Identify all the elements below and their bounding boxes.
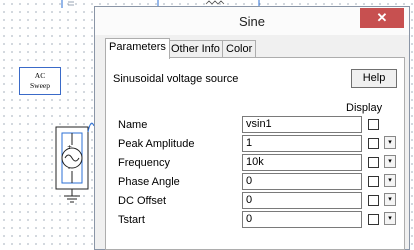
display-checkbox-tstart[interactable] [368,214,379,225]
dc-offset-field[interactable]: 0 [242,192,362,209]
chevron-down-icon: ▾ [388,177,392,184]
sine-source-symbol[interactable]: + - [53,118,95,208]
chevron-down-icon: ▾ [388,139,392,146]
tstart-field[interactable]: 0 [242,211,362,228]
param-row-frequency: Frequency 10k ▾ [106,153,406,173]
plus-sign: + [67,144,72,151]
minus-sign: - [68,165,70,172]
display-checkbox-name[interactable] [368,119,379,130]
param-row-dc-offset: DC Offset 0 ▾ [106,191,406,211]
chevron-down-icon: ▾ [388,215,392,222]
dialog-titlebar[interactable]: Sine ✕ [95,7,409,35]
display-column-header: Display [346,102,383,114]
display-checkbox-dc-offset[interactable] [368,195,379,206]
param-label: Frequency [118,157,170,169]
tstart-dropdown-button[interactable]: ▾ [384,212,396,225]
parameters-panel: Sinusoidal voltage source Help Display N… [105,57,405,250]
sine-properties-dialog: Sine ✕ Parameters Other Info Color Sinus… [94,6,410,250]
param-label: Peak Amplitude [118,138,195,150]
param-label: DC Offset [118,195,167,207]
dc-offset-dropdown-button[interactable]: ▾ [384,193,396,206]
param-label: Tstart [118,214,145,226]
frequency-dropdown-button[interactable]: ▾ [384,155,396,168]
help-button[interactable]: Help [351,69,397,88]
peak-amplitude-field[interactable]: 1 [242,135,362,152]
ac-sweep-block[interactable]: AC Sweep [19,67,61,95]
display-checkbox-frequency[interactable] [368,157,379,168]
ac-sweep-line2: Sweep [30,81,50,90]
tab-other-info[interactable]: Other Info [167,40,224,57]
ac-sweep-line1: AC [34,71,46,80]
source-description: Sinusoidal voltage source [113,73,239,85]
param-label: Name [118,119,148,131]
name-field[interactable]: vsin1 [242,116,362,133]
phase-angle-dropdown-button[interactable]: ▾ [384,174,396,187]
param-row-tstart: Tstart 0 ▾ [106,210,406,230]
tab-color[interactable]: Color [222,40,257,57]
phase-angle-field[interactable]: 0 [242,173,362,190]
param-row-peak-amplitude: Peak Amplitude 1 ▾ [106,134,406,154]
chevron-down-icon: ▾ [388,196,392,203]
display-checkbox-peak-amplitude[interactable] [368,138,379,149]
close-icon: ✕ [376,10,388,25]
frequency-field[interactable]: 10k [242,154,362,171]
chevron-down-icon: ▾ [388,158,392,165]
display-checkbox-phase-angle[interactable] [368,176,379,187]
tab-parameters[interactable]: Parameters [105,38,170,59]
peak-amplitude-dropdown-button[interactable]: ▾ [384,136,396,149]
param-label: Phase Angle [118,176,180,188]
close-button[interactable]: ✕ [360,8,404,28]
param-row-name: Name vsin1 [106,115,406,135]
param-row-phase-angle: Phase Angle 0 ▾ [106,172,406,192]
